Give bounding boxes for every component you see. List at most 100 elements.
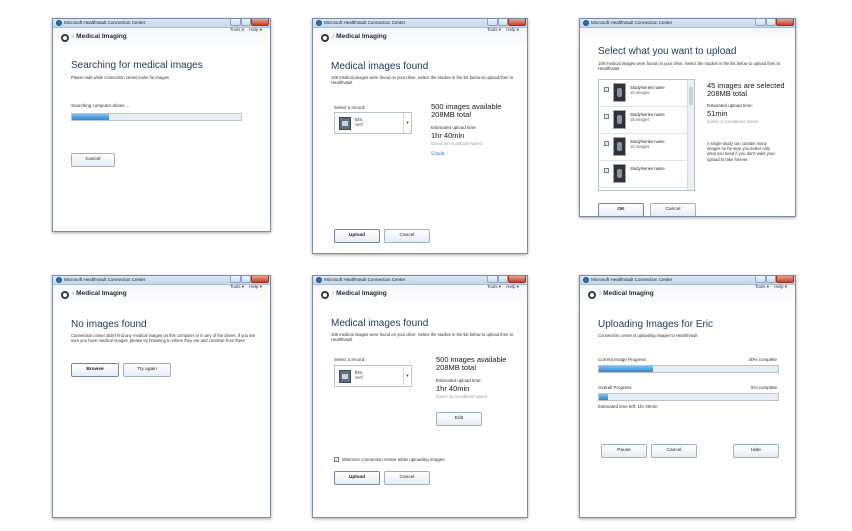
tools-menu[interactable]: Tools ▾ (755, 284, 769, 290)
help-menu[interactable]: Help ▾ (506, 284, 519, 290)
healthvault-app-icon (56, 277, 62, 283)
tools-menu[interactable]: Tools ▾ (230, 284, 244, 290)
breadcrumb-label: Medical Imaging (336, 290, 387, 297)
overall-progress-label: Overall Progress (598, 385, 632, 390)
try-again-button[interactable]: Try again (123, 363, 171, 377)
edit-button[interactable]: Edit (436, 412, 482, 426)
cancel-button[interactable]: Cancel (384, 229, 430, 243)
record-relationship: Self (355, 122, 363, 127)
estimated-time-value: 51min (707, 109, 728, 118)
minimize-checkbox-label[interactable]: Minimize connection center while uploadi… (342, 457, 445, 462)
study-checkbox[interactable]: ✓ (604, 114, 609, 119)
list-item[interactable]: ✓ Study/series name 15 images (599, 107, 687, 134)
close-button[interactable] (776, 276, 794, 283)
study-checkbox[interactable]: ✓ (604, 168, 609, 173)
record-relationship: Self (355, 375, 363, 380)
home-icon[interactable] (321, 291, 329, 299)
record-avatar (339, 370, 351, 383)
study-name: Study/series name (630, 166, 665, 171)
study-list[interactable]: ✓ Study/series name 15 images ✓ Study/se… (598, 79, 695, 191)
upload-button[interactable]: Upload (334, 471, 380, 485)
select-record-label: Select a record: (334, 357, 366, 362)
minimize-button[interactable] (230, 19, 241, 26)
window-uploading: Microsoft HealthVault Connection Center … (579, 275, 796, 518)
record-dropdown[interactable]: Eric Self ▼ (334, 112, 412, 134)
title-bar[interactable]: Microsoft HealthVault Connection Center (580, 19, 795, 28)
study-thumbnail (613, 110, 626, 129)
maximize-button[interactable] (498, 19, 508, 26)
no-images-message: Connection center didn't find any medica… (71, 333, 256, 344)
overall-progress-percent: 5% complete (750, 385, 777, 390)
images-total-size: 208MB total (431, 110, 472, 119)
estimated-time-value: 1hr 40min (436, 384, 470, 393)
chevron-down-icon[interactable]: ▼ (403, 113, 411, 133)
search-status: Searching computer drives ... (71, 103, 130, 108)
minimize-button[interactable] (755, 19, 766, 26)
maximize-button[interactable] (241, 19, 251, 26)
edit-link[interactable]: ☑ Edit (431, 151, 444, 157)
cancel-button[interactable]: Cancel (71, 153, 115, 167)
help-menu[interactable]: Help ▾ (249, 284, 262, 290)
overall-progress-bar (598, 393, 779, 401)
help-menu[interactable]: Help ▾ (506, 27, 519, 33)
pause-button[interactable]: Pause (601, 444, 647, 458)
breadcrumb-label: Medical Imaging (336, 33, 387, 40)
home-icon[interactable] (61, 291, 69, 299)
hide-button[interactable]: Hide (733, 444, 779, 458)
close-button[interactable] (251, 19, 269, 26)
estimated-time-label: Estimated upload time: (707, 103, 753, 108)
list-item[interactable]: ✓ Study/series name (599, 161, 687, 188)
select-record-label: Select a record: (334, 105, 366, 110)
close-button[interactable] (251, 276, 269, 283)
tools-menu[interactable]: Tools ▾ (230, 27, 244, 33)
study-checkbox[interactable]: ✓ (604, 87, 609, 92)
maximize-button[interactable] (766, 276, 776, 283)
page-title: Uploading Images for Eric (598, 319, 714, 330)
help-menu[interactable]: Help ▾ (774, 284, 787, 290)
maximize-button[interactable] (498, 276, 508, 283)
close-button[interactable] (508, 19, 526, 26)
browse-button[interactable]: Browse (71, 363, 119, 377)
maximize-button[interactable] (766, 19, 776, 26)
study-count: 15 images (630, 90, 650, 95)
minimize-button[interactable] (230, 276, 241, 283)
list-item[interactable]: ✓ Study/series name 16 images (599, 134, 687, 161)
home-icon[interactable] (61, 34, 69, 42)
scrollbar-thumb[interactable] (689, 87, 693, 105)
tools-menu[interactable]: Tools ▾ (487, 27, 501, 33)
close-button[interactable] (508, 276, 526, 283)
minimize-checkbox[interactable]: ✓ (334, 457, 339, 462)
chevron-down-icon[interactable]: ▼ (403, 366, 411, 386)
home-icon[interactable] (588, 291, 596, 299)
minimize-button[interactable] (755, 276, 766, 283)
page-subtitle: Please wait while connection center look… (71, 75, 169, 80)
record-dropdown[interactable]: Eric Self ▼ (334, 365, 412, 387)
close-button[interactable] (776, 19, 794, 26)
search-progress-bar (71, 113, 242, 121)
help-menu[interactable]: Help ▾ (249, 27, 262, 33)
page-subtitle: 108 medical images were found on your dr… (598, 61, 781, 72)
cancel-button[interactable]: Cancel (650, 203, 696, 216)
estimated-time-label: Estimated upload time: (431, 125, 477, 130)
ok-button[interactable]: OK (598, 203, 644, 216)
selected-total-size: 208MB total (707, 89, 748, 98)
minimize-button[interactable] (487, 19, 498, 26)
window-title: Microsoft HealthVault Connection Center (591, 277, 673, 282)
edit-link-label: Edit (436, 151, 445, 156)
search-progress-fill (72, 114, 110, 120)
study-checkbox[interactable]: ✓ (604, 141, 609, 146)
maximize-button[interactable] (241, 276, 251, 283)
upload-button[interactable]: Upload (334, 229, 380, 243)
list-scrollbar[interactable] (687, 80, 694, 190)
home-icon[interactable] (321, 34, 329, 42)
cancel-button[interactable]: Cancel (651, 444, 697, 458)
healthvault-app-icon (56, 20, 62, 26)
window-found: Microsoft HealthVault Connection Center … (312, 18, 528, 254)
list-item[interactable]: ✓ Study/series name 15 images (599, 80, 687, 107)
cancel-button[interactable]: Cancel (384, 471, 430, 485)
page-title: Medical images found (331, 318, 429, 329)
study-thumbnail (613, 83, 626, 102)
minimize-button[interactable] (487, 276, 498, 283)
tools-menu[interactable]: Tools ▾ (487, 284, 501, 290)
page-subtitle: Connection center is uploading images to… (598, 333, 698, 338)
